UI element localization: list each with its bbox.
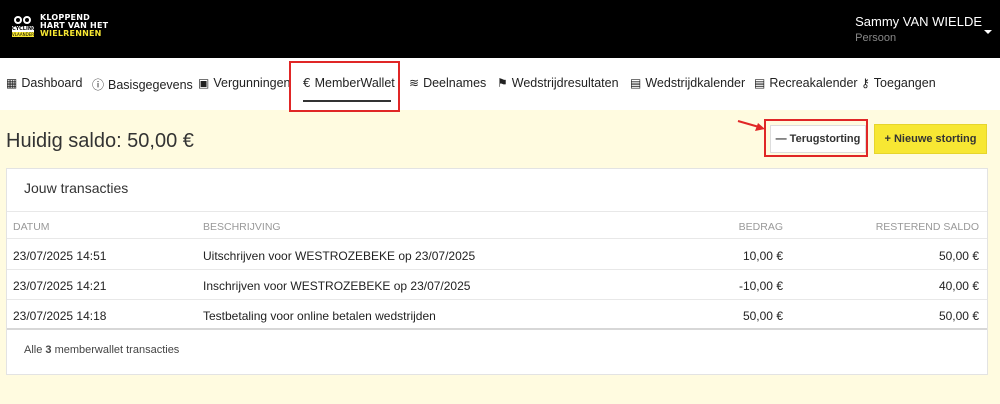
nav-item-dashboard[interactable]: ▦ Dashboard	[6, 76, 83, 90]
grid-icon: ▦	[6, 76, 18, 90]
user-name: Sammy VAN WIELDE	[855, 14, 982, 29]
nav-item-wedstrijdresultaten[interactable]: ⚑ Wedstrijdresultaten	[497, 76, 619, 90]
nav-item-basisgegevens[interactable]: ⓘ Basisgegevens	[92, 76, 193, 93]
cell-description: Uitschrijven voor WESTROZEBEKE op 23/07/…	[203, 249, 476, 263]
nav-item-toegangen[interactable]: ⚷ Toegangen	[861, 76, 936, 90]
nav-label: Dashboard	[21, 76, 83, 90]
column-header-amount: BEDRAG	[738, 221, 783, 233]
table-row: 23/07/2025 14:51 Uitschrijven voor WESTR…	[7, 240, 987, 270]
rings-icon	[12, 14, 34, 26]
nav-label: Deelnames	[423, 76, 487, 90]
annotation-arrow-icon	[737, 120, 765, 131]
table-row: 23/07/2025 14:18 Testbetaling voor onlin…	[7, 300, 987, 330]
cell-date: 23/07/2025 14:51	[13, 249, 107, 263]
transactions-card: Jouw transacties DATUM BESCHRIJVING BEDR…	[6, 168, 988, 375]
new-deposit-button[interactable]: + Nieuwe storting	[874, 124, 987, 154]
calendar-icon: ▤	[754, 76, 766, 90]
nav-item-vergunningen[interactable]: ▣ Vergunningen	[198, 76, 291, 90]
cell-date: 23/07/2025 14:18	[13, 309, 107, 323]
nav-label: Toegangen	[873, 76, 936, 90]
current-balance: Huidig saldo: 50,00 €	[6, 130, 194, 152]
top-bar: CYCLING VLAANDEREN KLOPPEND HART VAN HET…	[0, 0, 1000, 58]
brand-line-3: WIELRENNEN	[40, 29, 102, 38]
footer-count: 3	[45, 344, 52, 356]
cell-date: 23/07/2025 14:21	[13, 279, 107, 293]
nav-label: Vergunningen	[213, 76, 291, 90]
nav-item-wedstrijdkalender[interactable]: ▤ Wedstrijdkalender	[630, 76, 745, 90]
cell-amount: 10,00 €	[742, 249, 783, 263]
cell-description: Inschrijven voor WESTROZEBEKE op 23/07/2…	[203, 279, 471, 293]
cell-amount: -10,00 €	[738, 279, 783, 293]
logo-vl-text: VLAANDEREN	[12, 32, 40, 37]
id-card-icon: ▣	[198, 76, 210, 90]
annotation-highlight-memberwallet	[289, 61, 400, 112]
layers-icon: ≋	[409, 76, 420, 90]
table-row: 23/07/2025 14:21 Inschrijven voor WESTRO…	[7, 270, 987, 300]
nav-label: Wedstrijdresultaten	[511, 76, 619, 90]
user-role: Persoon	[855, 32, 897, 44]
nav-item-deelnames[interactable]: ≋ Deelnames	[409, 76, 486, 90]
brand-slogan: KLOPPEND HART VAN HET WIELRENNEN	[40, 14, 108, 38]
table-header: DATUM BESCHRIJVING BEDRAG RESTEREND SALD…	[7, 211, 987, 239]
transactions-count: Alle 3 memberwallet transacties	[24, 344, 179, 356]
cell-amount: 50,00 €	[742, 309, 783, 323]
column-header-remaining: RESTEREND SALDO	[875, 221, 979, 233]
nav-item-recreakalender[interactable]: ▤ Recreakalender	[754, 76, 858, 90]
cell-remaining: 50,00 €	[938, 309, 979, 323]
cell-remaining: 50,00 €	[938, 249, 979, 263]
flag-icon: ⚑	[497, 76, 508, 90]
cell-description: Testbetaling voor online betalen wedstri…	[203, 309, 436, 323]
card-title: Jouw transacties	[24, 180, 129, 196]
info-icon: ⓘ	[92, 78, 105, 92]
key-icon: ⚷	[861, 76, 870, 90]
footer-suffix: memberwallet transacties	[54, 344, 180, 356]
nav-label: Basisgegevens	[108, 77, 193, 92]
caret-down-icon	[984, 30, 992, 34]
user-menu[interactable]: Sammy VAN WIELDE Persoon	[855, 14, 992, 44]
nav-label: Recreakalender	[769, 76, 858, 90]
nav-label: Wedstrijdkalender	[645, 76, 746, 90]
column-header-date: DATUM	[13, 221, 50, 233]
cell-remaining: 40,00 €	[938, 279, 979, 293]
column-header-description: BESCHRIJVING	[203, 221, 281, 233]
annotation-highlight-refund	[764, 119, 868, 157]
brand-logo-mark: CYCLING VLAANDEREN	[12, 14, 40, 38]
main-nav: ▦ Dashboard ⓘ Basisgegevens ▣ Vergunning…	[0, 58, 1000, 110]
calendar-icon: ▤	[630, 76, 642, 90]
brand-logo[interactable]: CYCLING VLAANDEREN KLOPPEND HART VAN HET…	[12, 14, 108, 38]
footer-prefix: Alle	[24, 344, 43, 356]
